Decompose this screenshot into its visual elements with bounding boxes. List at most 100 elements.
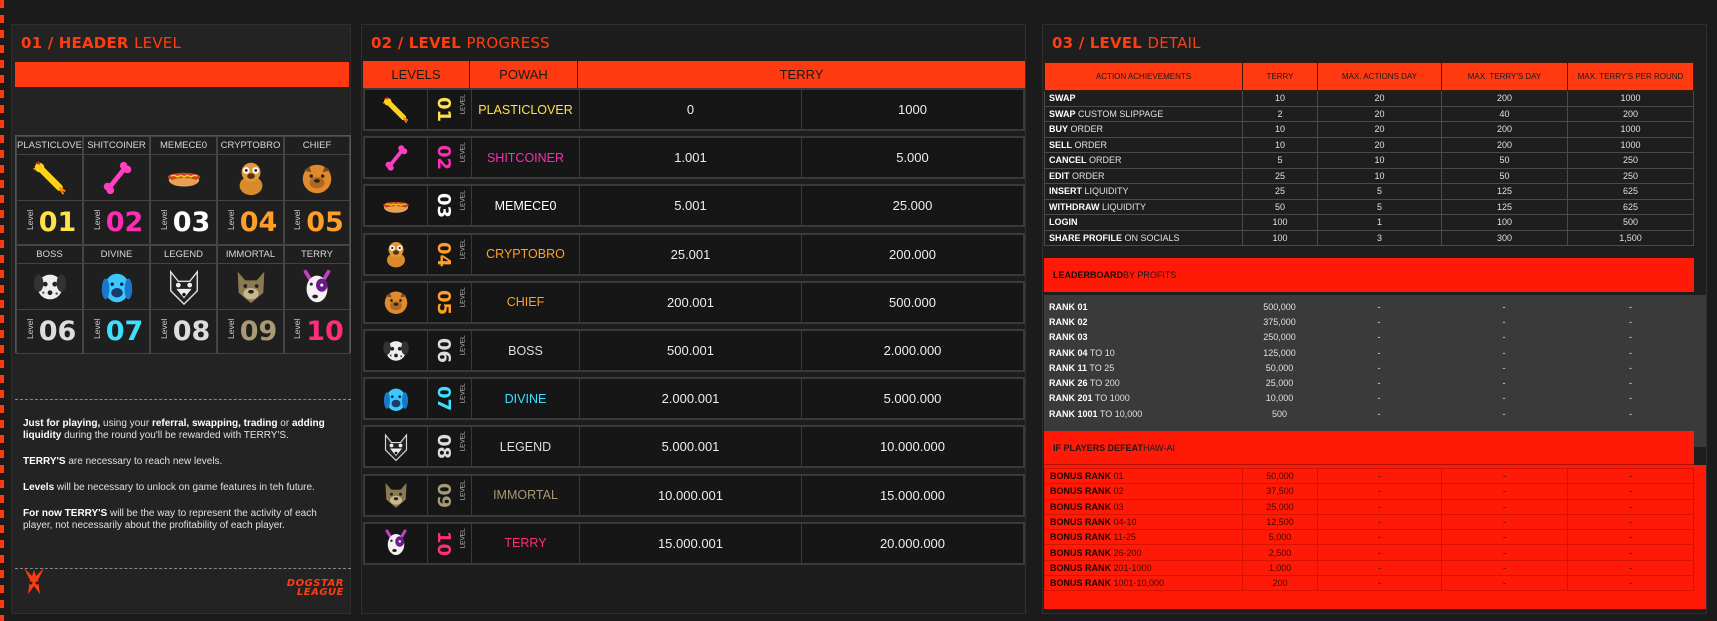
row-value: 300	[1441, 229, 1568, 246]
level-number: 05	[306, 207, 344, 238]
terry-from: 1.001	[580, 138, 802, 178]
row-label: SHARE PROFILE ON SOCIALS	[1044, 229, 1243, 246]
row-value: -	[1317, 513, 1442, 531]
row-value: -	[1377, 362, 1381, 373]
level-number: 02	[433, 145, 455, 171]
progress-row: 08 LEVEL LEGEND 5.000.001 10.000.000	[363, 425, 1025, 469]
row-value: 1000	[1567, 121, 1694, 138]
level-label: Level	[292, 209, 303, 230]
row-value: 625	[1567, 198, 1694, 215]
info-paragraph: For now TERRY'S will be the way to repre…	[23, 508, 317, 531]
level-name: TERRY	[472, 523, 580, 563]
khaki-dog-icon	[218, 264, 283, 310]
hotdog-icon	[365, 186, 428, 226]
progress-row: 07 LEVEL DIVINE 2.000.001 5.000.000	[363, 377, 1025, 421]
row-value: -	[1502, 362, 1506, 373]
row-value: -	[1377, 378, 1381, 389]
level-badge-name: CRYPTOBRO	[218, 137, 283, 155]
terry-from: 0	[580, 90, 802, 129]
row-value: 5	[1317, 183, 1442, 200]
row-value: 125	[1441, 198, 1568, 215]
level-number: 03	[172, 207, 211, 238]
row-value: -	[1629, 362, 1632, 373]
row-value: -	[1377, 393, 1381, 404]
bonus-row: BONUS RANK 02 37,500- - -	[1044, 483, 1694, 500]
row-value: -	[1502, 316, 1506, 327]
row-value: 200	[1441, 121, 1568, 138]
row-value: 100	[1242, 229, 1318, 246]
row-value: 10	[1317, 152, 1442, 169]
level-label: Level	[158, 209, 169, 230]
row-value: -	[1441, 498, 1568, 515]
dogstar-league-logo: DOGSTAR LEAGUE	[286, 578, 344, 598]
level-badge-legend: LEGEND Level 08	[150, 245, 217, 354]
row-value: 20	[1317, 121, 1442, 138]
action-row: SWAP 10 20 200 1000	[1044, 90, 1694, 107]
pug-icon	[365, 234, 428, 274]
khaki-dog-icon	[365, 475, 428, 515]
level-badge-name: CHIEF	[285, 137, 349, 155]
terry-from: 5.000.001	[580, 427, 802, 467]
row-label: BONUS RANK 11-25	[1044, 529, 1243, 546]
row-value: 250	[1567, 167, 1694, 184]
row-label: INSERT LIQUIDITY	[1044, 183, 1243, 200]
row-value: 5	[1317, 198, 1442, 215]
row-value: -	[1567, 467, 1694, 485]
row-value: -	[1502, 408, 1506, 419]
rubber-chicken-icon	[365, 90, 428, 129]
row-label: SWAP CUSTOM SLIPPAGE	[1044, 105, 1243, 122]
row-value: -	[1441, 467, 1568, 485]
level-label: Level	[24, 318, 35, 339]
row-value: 2,500	[1242, 544, 1318, 561]
row-label: LOGIN	[1044, 214, 1243, 231]
progress-table-header: LEVELS POWAH TERRY	[363, 61, 1025, 88]
row-label: RANK 03	[1049, 332, 1088, 343]
level-label: Level	[91, 318, 102, 339]
level-number: 04	[433, 241, 455, 267]
row-value: -	[1502, 378, 1506, 389]
row-value: 20	[1317, 90, 1442, 107]
row-value: -	[1502, 301, 1506, 312]
level-number: 10	[306, 316, 344, 347]
col-terry: TERRY	[1242, 62, 1318, 91]
terry-to: 15.000.000	[879, 487, 946, 503]
progress-row: 05 LEVEL CHIEF 200.001 500.000	[363, 280, 1025, 324]
row-value: -	[1317, 529, 1442, 546]
level-progress-title: 02 / LEVEL PROGRESS	[371, 34, 550, 52]
action-row: SELL ORDER 10 20 200 1000	[1044, 136, 1694, 153]
bonus-row: BONUS RANK 04-10 12,500- - -	[1044, 513, 1694, 531]
action-achievements-table: ACTION ACHIEVEMENTS TERRY MAX. ACTIONS D…	[1044, 62, 1694, 246]
row-value: -	[1502, 347, 1506, 358]
leaderboard-body: RANK 01 500,000- - - RANK 02 375,000- - - RANK 0…	[1044, 295, 1706, 447]
row-value: 625	[1567, 183, 1694, 200]
row-value: 500,000	[1263, 301, 1296, 312]
terry-to: 5.000	[896, 150, 929, 166]
level-number: 10	[433, 530, 455, 556]
row-label: BONUS RANK 01	[1044, 467, 1243, 485]
level-name: LEGEND	[472, 427, 580, 467]
progress-row: 01 LEVEL PLASTICLOVER 0 1000	[363, 88, 1025, 131]
row-value: -	[1567, 544, 1694, 561]
col-max-actions: MAX. ACTIONS DAY	[1317, 62, 1442, 91]
row-value: -	[1567, 498, 1694, 515]
blue-dog-icon	[84, 264, 149, 310]
level-badge-memece0: MEMECE0 Level 03	[150, 136, 217, 245]
progress-row: 04 LEVEL CRYPTOBRO 25.001 200.000	[363, 232, 1025, 276]
row-value: 50,000	[1242, 467, 1318, 485]
bull-terrier-icon	[365, 523, 428, 563]
terry-to: 200.000	[889, 246, 936, 262]
action-row: LOGIN 100 1 100 500	[1044, 214, 1694, 231]
level-label: LEVEL	[459, 94, 467, 115]
level-name: CRYPTOBRO	[472, 234, 580, 274]
level-detail-title: 03 / LEVEL DETAIL	[1052, 34, 1201, 52]
wolf-icon	[151, 264, 216, 310]
info-paragraph: TERRY'S are necessary to reach new level…	[23, 456, 223, 467]
header-levels: LEVELS	[363, 61, 470, 88]
row-value: 25	[1242, 183, 1318, 200]
row-value: 1,500	[1567, 229, 1694, 246]
row-value: 100	[1242, 214, 1318, 231]
row-value: -	[1567, 483, 1694, 500]
level-progress-panel: 02 / LEVEL PROGRESS LEVELS POWAH TERRY 0…	[361, 24, 1026, 614]
leaderboard-row: RANK 03 250,000 - - -	[1044, 330, 1694, 345]
row-value: -	[1377, 332, 1381, 343]
